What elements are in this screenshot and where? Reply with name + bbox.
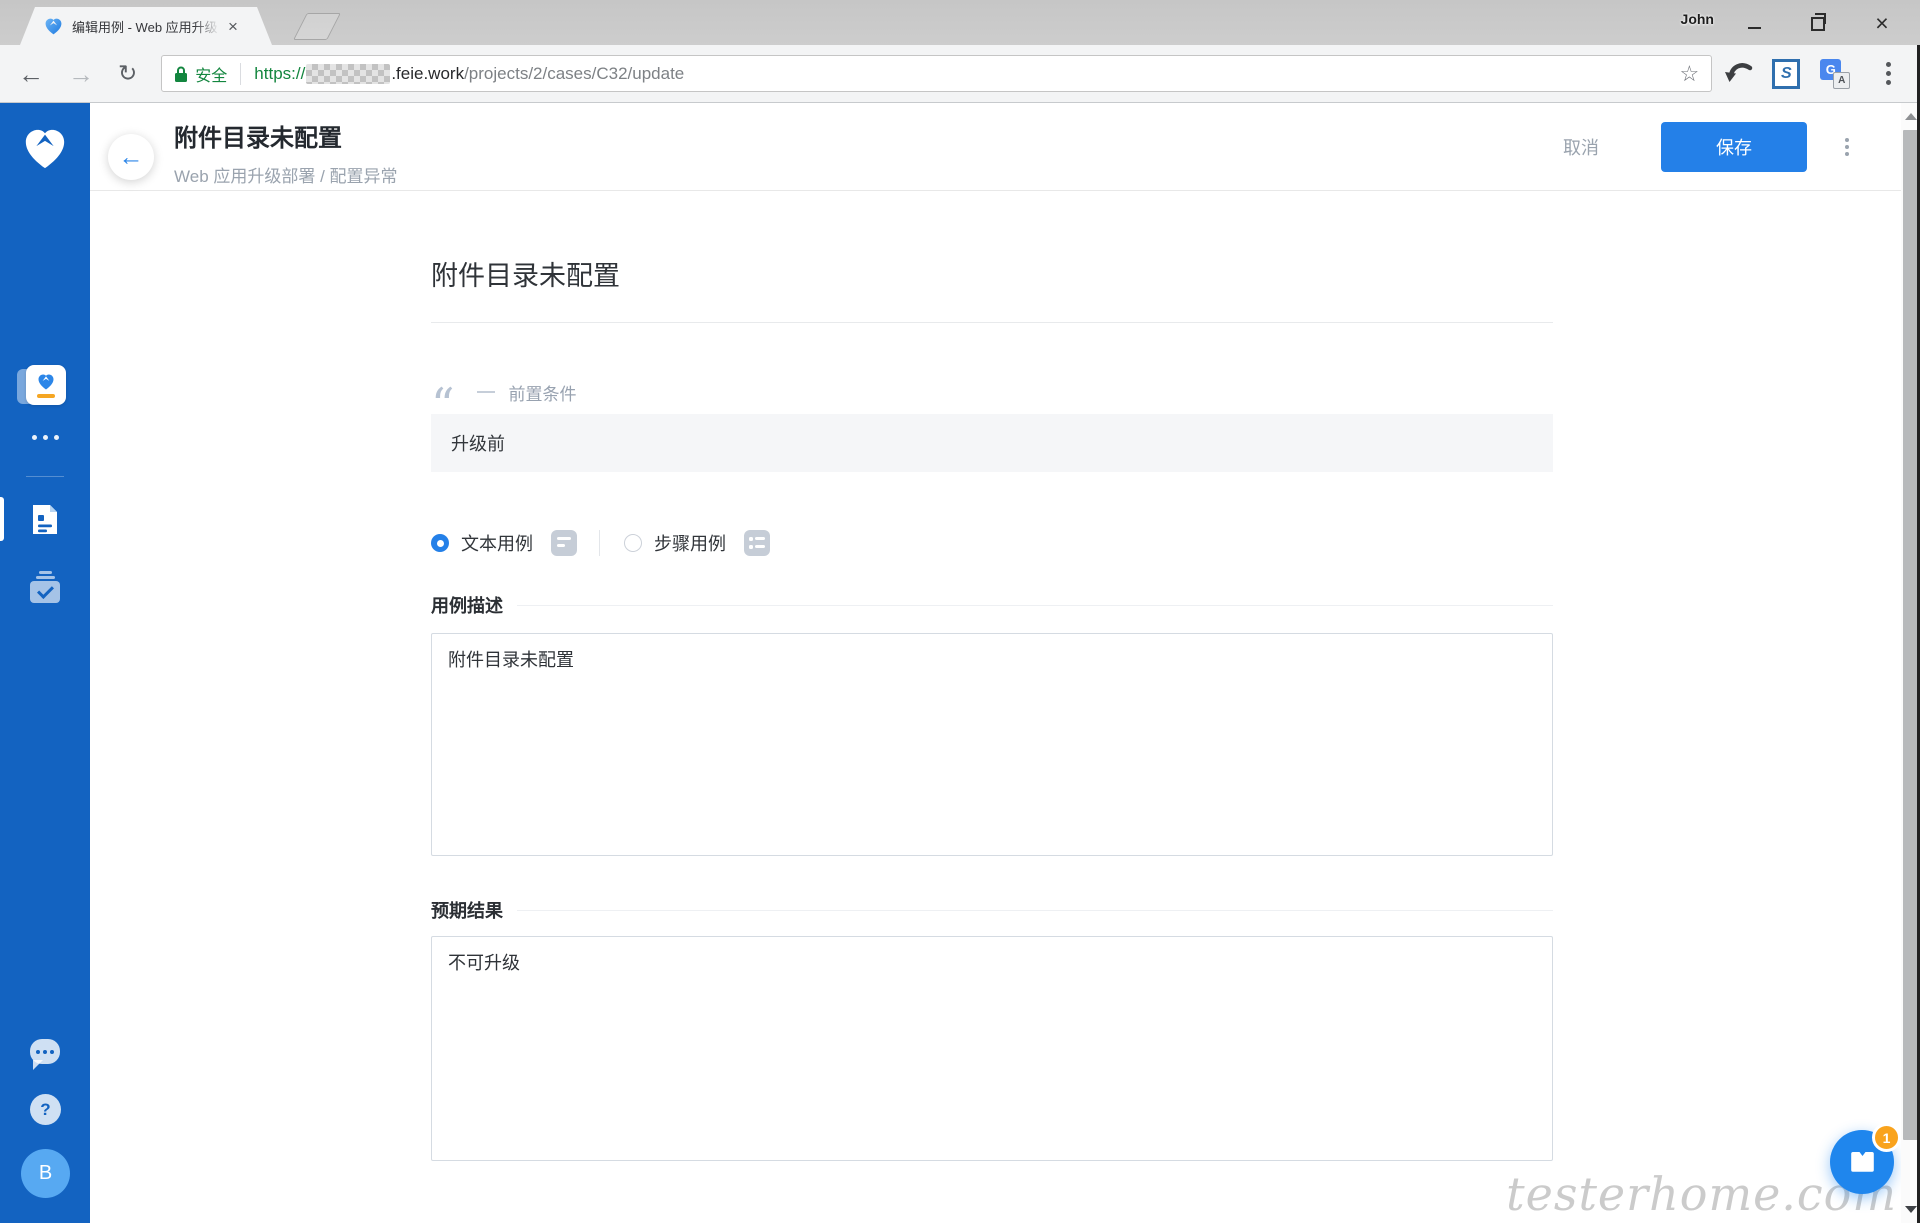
precondition-field[interactable]: 升级前 xyxy=(431,414,1553,472)
nav-forward-button[interactable]: → xyxy=(68,61,94,87)
radio-text-case-label[interactable]: 文本用例 xyxy=(461,530,533,556)
header-actions: 取消 保存 xyxy=(1563,103,1849,190)
expected-rule xyxy=(517,910,1553,911)
omnibox-divider xyxy=(240,63,241,85)
feie-logo-favicon xyxy=(44,17,63,36)
main-panel: ← 附件目录未配置 Web 应用升级部署 / 配置异常 取消 保存 附件目录未配… xyxy=(90,103,1901,1223)
back-button[interactable]: ← xyxy=(108,134,154,180)
user-avatar[interactable]: B xyxy=(21,1149,70,1198)
precondition-label: 前置条件 xyxy=(509,380,577,405)
page-header: ← 附件目录未配置 Web 应用升级部署 / 配置异常 取消 保存 xyxy=(90,103,1901,191)
url-scheme: https:// xyxy=(254,64,305,84)
more-actions-button[interactable] xyxy=(1845,138,1849,156)
active-indicator xyxy=(0,497,4,541)
save-button[interactable]: 保存 xyxy=(1661,122,1807,172)
guide-floating-button[interactable]: 1 xyxy=(1830,1130,1894,1194)
sidebar-more-projects-button[interactable] xyxy=(0,435,90,440)
step-case-icon[interactable] xyxy=(744,530,770,556)
extension-s-icon[interactable]: S xyxy=(1772,59,1800,89)
precondition-header: “ 前置条件 xyxy=(431,377,1553,407)
header-titles: 附件目录未配置 Web 应用升级部署 / 配置异常 xyxy=(174,118,398,187)
restore-icon xyxy=(1811,17,1825,31)
project-tile xyxy=(26,365,66,405)
text-case-icon[interactable] xyxy=(551,530,577,556)
minimize-icon xyxy=(1748,27,1761,29)
arrow-down-icon xyxy=(1905,1206,1917,1213)
expected-label: 预期结果 xyxy=(431,897,503,923)
sidebar-divider xyxy=(26,476,64,477)
close-icon: × xyxy=(1875,13,1888,33)
expected-textarea[interactable]: 不可升级 xyxy=(431,936,1553,1161)
browser-tab[interactable]: 编辑用例 - Web 应用升级 × xyxy=(20,7,272,45)
case-title-input[interactable]: 附件目录未配置 xyxy=(431,254,1553,323)
description-header: 用例描述 xyxy=(431,592,1553,618)
cancel-button[interactable]: 取消 xyxy=(1563,134,1599,160)
book-icon xyxy=(1849,1149,1876,1175)
task-check-icon xyxy=(30,571,60,603)
case-type-selector: 文本用例 步骤用例 xyxy=(431,529,1553,557)
precondition-dash xyxy=(477,391,495,393)
address-bar[interactable]: 安全 https:// .feie.work /projects/2/cases… xyxy=(161,55,1712,92)
description-rule xyxy=(517,605,1553,606)
breadcrumb: Web 应用升级部署 / 配置异常 xyxy=(174,162,398,187)
expected-header: 预期结果 xyxy=(431,897,1553,923)
url-host: .feie.work xyxy=(391,64,464,84)
chrome-profile-name[interactable]: John xyxy=(1681,11,1714,27)
app-frame: ? B ← 附件目录未配置 Web 应用升级部署 / 配置异常 取消 保存 附件… xyxy=(0,103,1920,1223)
feedback-chat-icon[interactable] xyxy=(30,1039,60,1064)
radio-divider xyxy=(599,530,600,556)
help-icon[interactable]: ? xyxy=(30,1094,61,1125)
window-controls: × xyxy=(1722,0,1914,45)
window-restore-button[interactable] xyxy=(1786,0,1850,45)
radio-step-case[interactable] xyxy=(624,534,642,552)
new-tab-button[interactable] xyxy=(293,13,341,40)
tab-title: 编辑用例 - Web 应用升级 xyxy=(72,17,224,36)
document-icon xyxy=(31,504,59,535)
radio-step-case-label[interactable]: 步骤用例 xyxy=(654,530,726,556)
secure-label[interactable]: 安全 xyxy=(195,62,227,86)
extension-translate-icon[interactable]: G A xyxy=(1820,59,1850,89)
app-sidebar: ? B xyxy=(0,103,90,1223)
browser-menu-button[interactable] xyxy=(1886,62,1891,85)
tab-close-icon[interactable]: × xyxy=(228,18,238,35)
secure-lock-icon xyxy=(174,65,188,83)
project-logo-icon xyxy=(37,373,55,391)
window-close-button[interactable]: × xyxy=(1850,0,1914,45)
url-text[interactable]: https:// .feie.work /projects/2/cases/C3… xyxy=(254,64,684,84)
feie-logo[interactable] xyxy=(22,126,68,172)
nav-reload-button[interactable]: ↻ xyxy=(118,62,137,85)
url-censored-host xyxy=(306,64,390,84)
browser-window: 编辑用例 - Web 应用升级 × John × ← → ↻ 安全 https:… xyxy=(0,0,1920,1223)
project-tile-underline xyxy=(37,394,55,398)
bookmark-star-icon[interactable]: ☆ xyxy=(1680,61,1700,87)
notification-badge: 1 xyxy=(1872,1123,1901,1152)
sidebar-item-plans[interactable] xyxy=(0,564,90,610)
translate-a-glyph: A xyxy=(1833,72,1850,89)
scrollbar-thumb[interactable] xyxy=(1903,130,1918,1140)
description-textarea[interactable]: 附件目录未配置 xyxy=(431,633,1553,856)
description-label: 用例描述 xyxy=(431,592,503,618)
sidebar-item-project[interactable] xyxy=(26,365,66,405)
arrow-up-icon xyxy=(1905,113,1917,120)
sidebar-item-cases[interactable] xyxy=(0,496,90,542)
extension-undo-arrow-icon[interactable] xyxy=(1724,60,1754,88)
browser-toolbar: ← → ↻ 安全 https:// .feie.work /projects/2… xyxy=(0,45,1920,103)
window-minimize-button[interactable] xyxy=(1722,0,1786,45)
case-form: 附件目录未配置 “ 前置条件 升级前 文本用例 步骤用例 xyxy=(431,254,1553,1161)
page-title: 附件目录未配置 xyxy=(174,118,398,153)
radio-text-case[interactable] xyxy=(431,534,449,552)
browser-titlebar: 编辑用例 - Web 应用升级 × John × xyxy=(0,0,1920,45)
nav-back-button[interactable]: ← xyxy=(18,61,44,87)
url-path: /projects/2/cases/C32/update xyxy=(464,64,684,84)
